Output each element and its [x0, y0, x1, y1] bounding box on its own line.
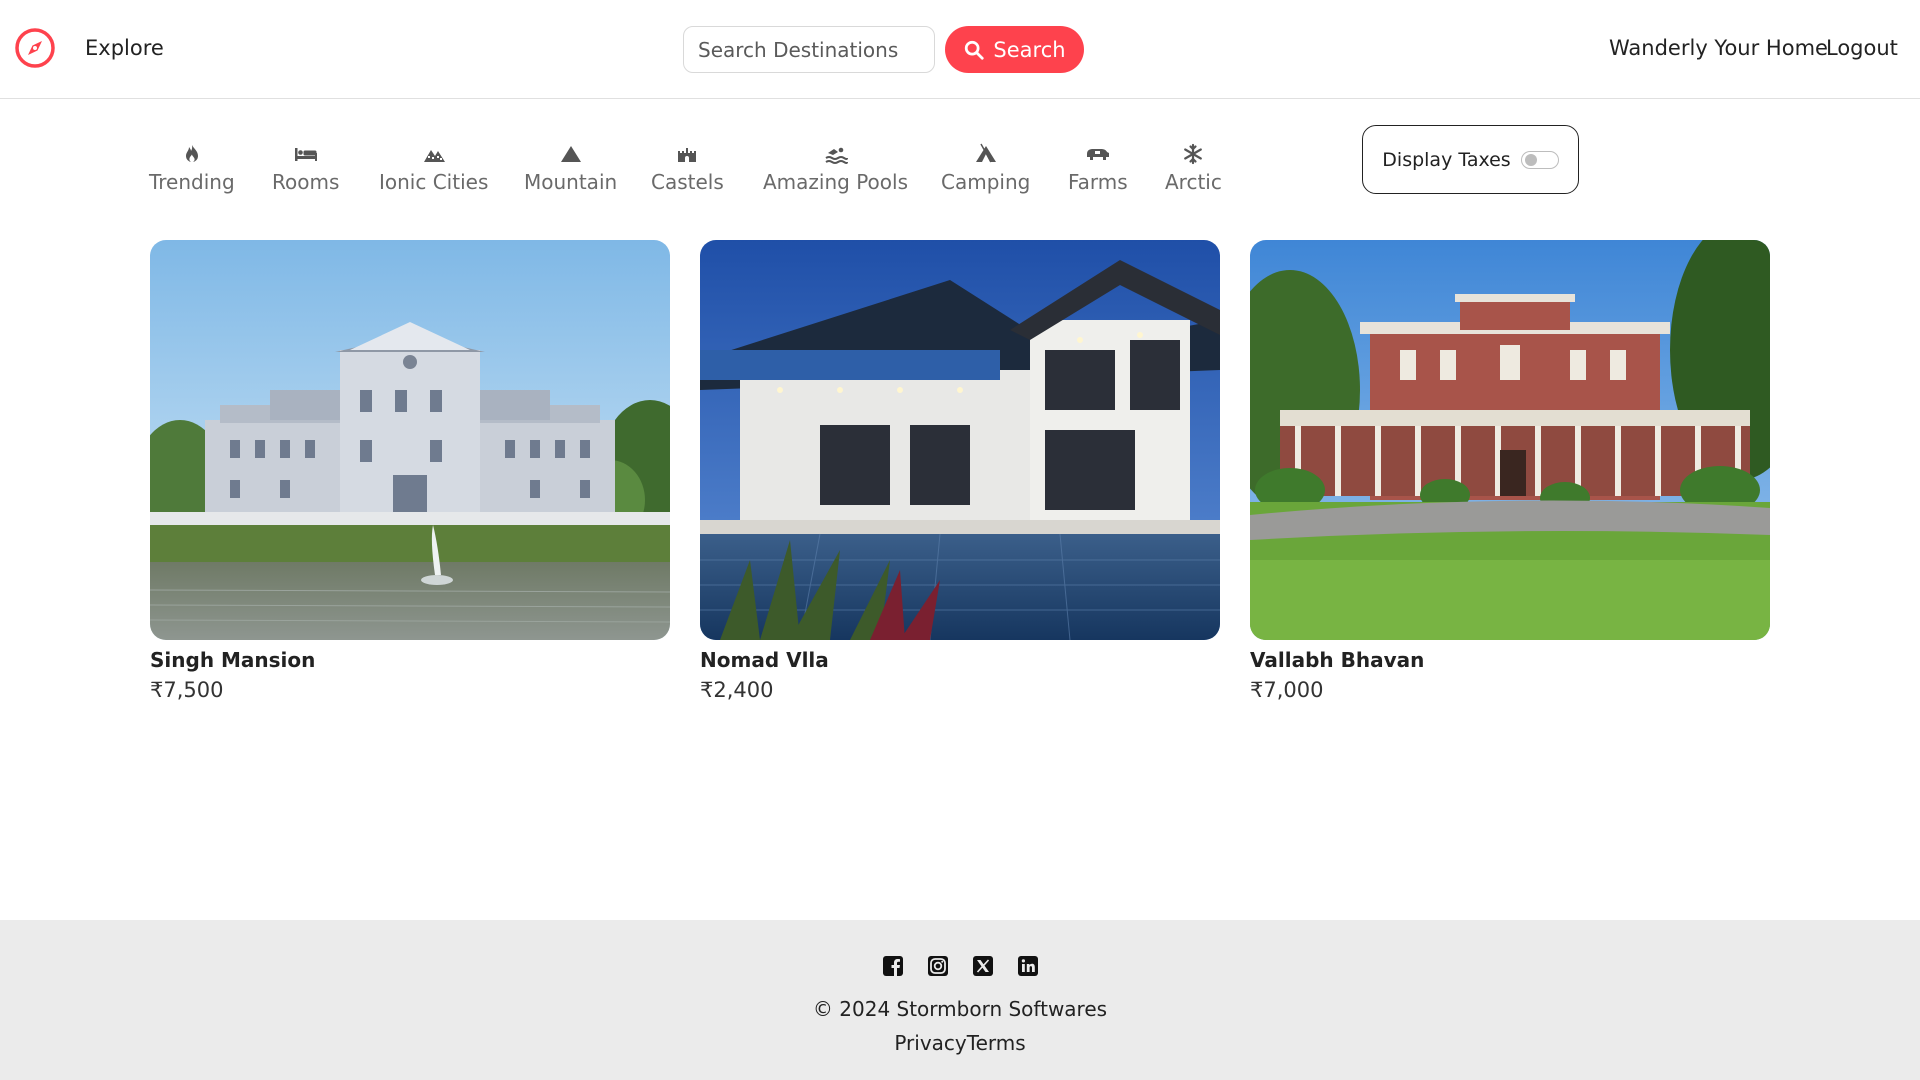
filter-label: Camping	[941, 170, 1031, 194]
filter-label: Ionic Cities	[379, 170, 489, 194]
listing-card[interactable]: Nomad Vlla ₹2,400	[700, 240, 1220, 702]
listing-image[interactable]	[700, 240, 1220, 640]
copyright: © 2024 Stormborn Softwares	[812, 997, 1108, 1021]
x-twitter-icon[interactable]	[971, 954, 995, 978]
filter-arctic[interactable]: Arctic	[1165, 142, 1222, 194]
filter-trending[interactable]: Trending	[149, 142, 235, 194]
filter-camping[interactable]: Camping	[941, 142, 1030, 194]
listing-price: ₹7,500	[150, 678, 224, 702]
filter-label: Mountain	[524, 170, 618, 194]
search-input[interactable]	[683, 26, 935, 73]
listing-image[interactable]	[150, 240, 670, 640]
tractor-icon	[1086, 149, 1109, 160]
filter-label: Castels	[651, 170, 724, 194]
campground-icon	[975, 143, 996, 163]
filter-mountain[interactable]: Mountain	[524, 142, 617, 194]
footer: © 2024 Stormborn Softwares PrivacyTerms	[0, 920, 1920, 1080]
fire-icon	[185, 145, 198, 162]
filter-amazing-pools[interactable]: Amazing Pools	[763, 142, 908, 194]
filter-label: Trending	[149, 170, 235, 194]
filter-ionic-cities[interactable]: Ionic Cities	[379, 142, 488, 194]
listing-price: ₹2,400	[700, 678, 774, 702]
villa-photo	[700, 240, 1220, 640]
logout-link[interactable]: Logout	[1826, 36, 1898, 60]
castle-icon	[678, 148, 697, 162]
home-link[interactable]: Wanderly Your Home	[1609, 36, 1828, 60]
snowflake-icon	[1184, 143, 1203, 165]
compass-icon[interactable]	[14, 27, 56, 69]
swimmer-icon	[824, 147, 848, 164]
privacy-link[interactable]: Privacy	[894, 1031, 966, 1055]
city-icon	[423, 150, 445, 162]
filter-label: Arctic	[1165, 170, 1222, 194]
filter-farms[interactable]: Farms	[1068, 142, 1128, 194]
search-button-label: Search	[993, 37, 1066, 62]
listing-title: Vallabh Bhavan	[1250, 648, 1425, 672]
listing-title: Nomad Vlla	[700, 648, 829, 672]
mansion-photo	[150, 240, 670, 640]
display-taxes-label: Display Taxes	[1382, 148, 1511, 171]
listing-price: ₹7,000	[1250, 678, 1324, 702]
bed-icon	[294, 148, 317, 161]
listing-card[interactable]: Singh Mansion ₹7,500	[150, 240, 670, 702]
listing-card[interactable]: Vallabh Bhavan ₹7,000	[1250, 240, 1770, 702]
filter-label: Farms	[1068, 170, 1128, 194]
switch-knob	[1524, 153, 1537, 166]
filter-label: Rooms	[272, 170, 340, 194]
filter-castels[interactable]: Castels	[651, 142, 724, 194]
navbar: Explore Search Wanderly Your Home Logout	[0, 0, 1920, 99]
filter-rooms[interactable]: Rooms	[272, 142, 339, 194]
listing-image[interactable]	[1250, 240, 1770, 640]
search-button[interactable]: Search	[945, 26, 1084, 73]
taxes-switch[interactable]	[1520, 150, 1559, 169]
mountain-icon	[560, 146, 581, 162]
bhavan-photo	[1250, 240, 1770, 640]
explore-link[interactable]: Explore	[85, 36, 164, 60]
footer-links: PrivacyTerms	[0, 1031, 1920, 1055]
search-icon	[965, 40, 985, 60]
terms-link[interactable]: Terms	[967, 1031, 1026, 1055]
linkedin-icon[interactable]	[1016, 954, 1040, 978]
display-taxes-toggle[interactable]: Display Taxes	[1362, 125, 1579, 194]
listing-title: Singh Mansion	[150, 648, 316, 672]
facebook-icon[interactable]	[881, 954, 905, 978]
instagram-icon[interactable]	[926, 954, 950, 978]
filter-label: Amazing Pools	[763, 170, 908, 194]
